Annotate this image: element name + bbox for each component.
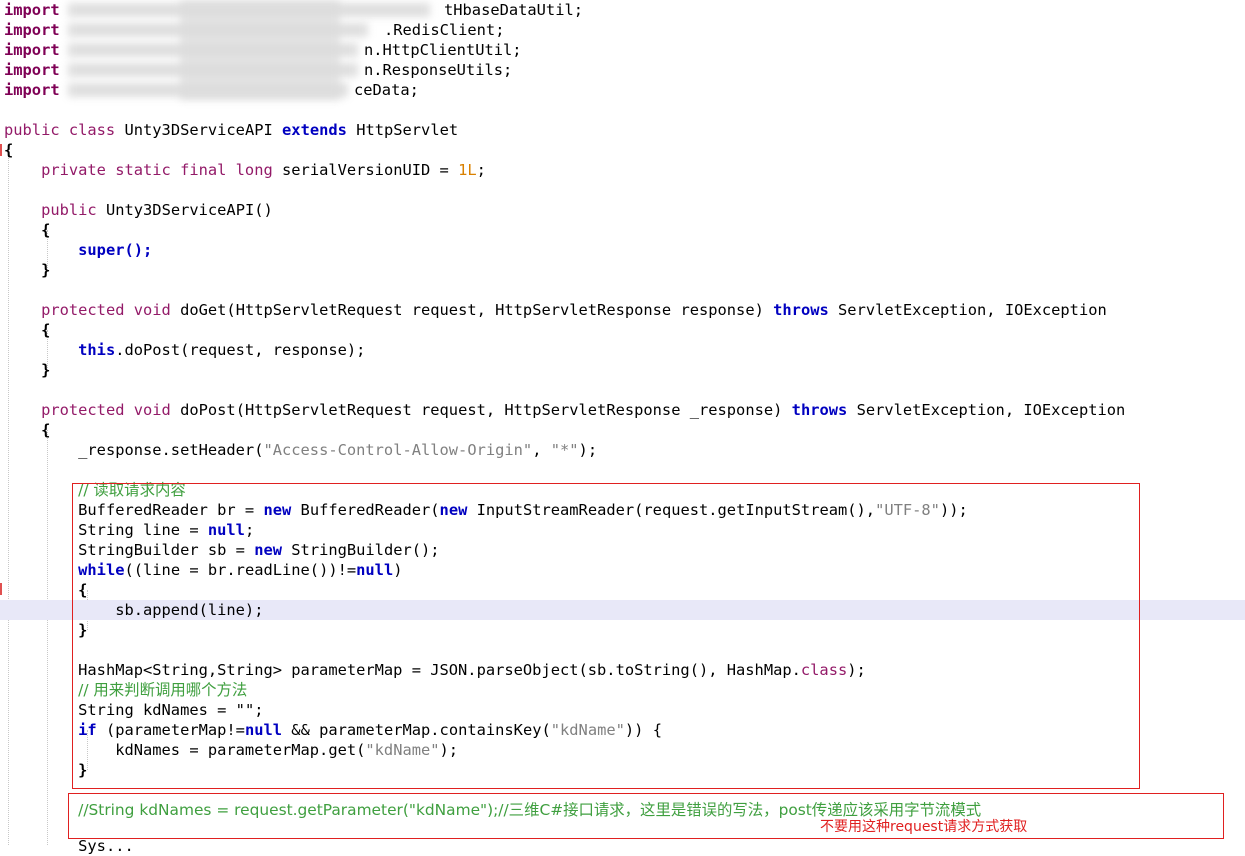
annotation-note: 不要用这种request请求方式获取 [820, 819, 1028, 835]
code-line-brace: { [41, 421, 51, 439]
highlight-box-wrong-code [68, 793, 1224, 839]
code-line-dopost-call: this.doPost(request, response); [78, 341, 366, 359]
code-line-constructor: public Unty3DServiceAPI() [41, 201, 273, 219]
code-line-brace: { [41, 221, 51, 239]
code-line-brace: } [41, 261, 51, 279]
code-line-brace: { [41, 321, 51, 339]
code-line-super: super(); [78, 241, 153, 259]
code-line-brace: } [41, 361, 51, 379]
code-line-doget: protected void doGet(HttpServletRequest … [41, 301, 1107, 319]
code-line-class-decl: public class Unty3DServiceAPI extends Ht… [4, 121, 459, 139]
code-line-field: private static final long serialVersionU… [41, 161, 486, 179]
code-editor[interactable]: import tHbaseDataUtil; import .RedisClient… [0, 0, 1245, 855]
redaction-blur [180, 0, 340, 100]
code-line-dopost: protected void doPost(HttpServletRequest… [41, 401, 1126, 419]
code-line-partial: Sys... [78, 837, 134, 855]
highlight-box-correct-code [72, 483, 1140, 789]
code-line-brace: { [4, 141, 14, 159]
code-line-set-header: _response.setHeader("Access-Control-Allo… [78, 441, 598, 459]
